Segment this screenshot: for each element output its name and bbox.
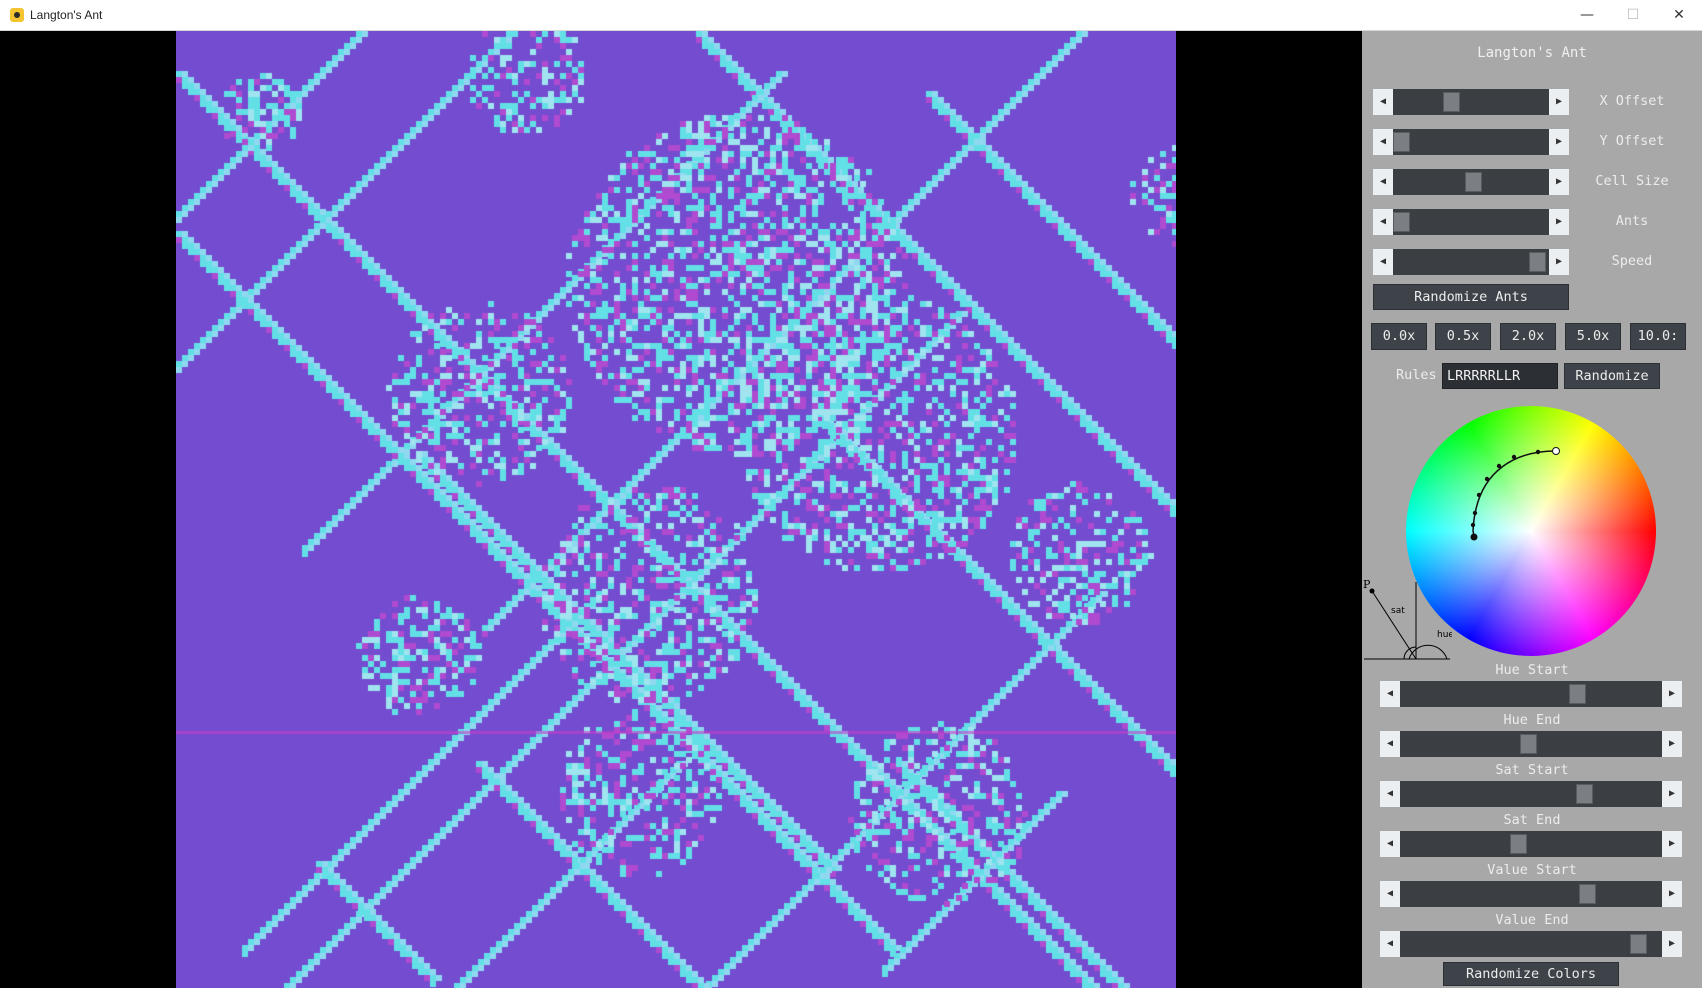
rules-label: Rules [1396, 367, 1437, 383]
sat-end-label: Sat End [1503, 812, 1561, 828]
ant-grid-canvas[interactable] [176, 31, 1176, 988]
control-panel: Langton's Ant ◀ ▶ X Offset ◀ ▶ Y Offset ◀ ▶ Cell… [1362, 31, 1702, 988]
arrow-right-icon[interactable]: ▶ [1549, 169, 1569, 195]
randomize-colors-button[interactable]: Randomize Colors [1443, 962, 1619, 986]
arrow-left-icon[interactable]: ◀ [1380, 731, 1400, 757]
slider-thumb[interactable] [1520, 734, 1538, 754]
simulation-viewport [0, 31, 1362, 988]
slider-thumb[interactable] [1630, 934, 1648, 954]
arrow-right-icon[interactable]: ▶ [1662, 731, 1682, 757]
arrow-left-icon[interactable]: ◀ [1380, 781, 1400, 807]
arrow-right-icon[interactable]: ▶ [1662, 881, 1682, 907]
arrow-left-icon[interactable]: ◀ [1373, 209, 1393, 235]
speed-0.5x-button[interactable]: 0.5x [1435, 323, 1491, 350]
arrow-left-icon[interactable]: ◀ [1373, 89, 1393, 115]
arrow-right-icon[interactable]: ▶ [1549, 129, 1569, 155]
randomize-rules-button[interactable]: Randomize [1564, 363, 1660, 389]
hsv-p-label: P [1363, 579, 1371, 591]
ant-icon [10, 8, 24, 22]
window-title: Langton's Ant [30, 8, 103, 22]
arrow-right-icon[interactable]: ▶ [1662, 681, 1682, 707]
slider-thumb[interactable] [1529, 252, 1547, 272]
arrow-left-icon[interactable]: ◀ [1373, 129, 1393, 155]
maximize-button[interactable]: ☐ [1610, 0, 1656, 31]
arrow-right-icon[interactable]: ▶ [1549, 209, 1569, 235]
ants-label: Ants [1615, 213, 1649, 229]
slider-thumb[interactable] [1393, 132, 1410, 152]
arrow-right-icon[interactable]: ▶ [1662, 931, 1682, 957]
slider-thumb[interactable] [1443, 92, 1461, 112]
slider-thumb[interactable] [1569, 684, 1587, 704]
hsv-hue-label: hue [1437, 630, 1452, 640]
arrow-right-icon[interactable]: ▶ [1662, 831, 1682, 857]
slider-thumb[interactable] [1576, 784, 1594, 804]
speed-10x-button[interactable]: 10.0: [1630, 323, 1686, 350]
sat-end-slider[interactable]: ◀ ▶ [1380, 831, 1682, 857]
ants-slider[interactable]: ◀ ▶ [1373, 209, 1569, 235]
sat-start-label: Sat Start [1495, 762, 1569, 778]
value-start-slider[interactable]: ◀ ▶ [1380, 881, 1682, 907]
value-start-label: Value Start [1487, 862, 1577, 878]
hue-end-label: Hue End [1503, 712, 1561, 728]
slider-thumb[interactable] [1393, 212, 1410, 232]
arrow-left-icon[interactable]: ◀ [1373, 169, 1393, 195]
arrow-right-icon[interactable]: ▶ [1662, 781, 1682, 807]
arrow-left-icon[interactable]: ◀ [1380, 831, 1400, 857]
value-end-slider[interactable]: ◀ ▶ [1380, 931, 1682, 957]
slider-thumb[interactable] [1465, 172, 1483, 192]
speed-0x-button[interactable]: 0.0x [1371, 323, 1427, 350]
hsv-sat-label: sat [1391, 606, 1405, 616]
arrow-left-icon[interactable]: ◀ [1380, 881, 1400, 907]
randomize-ants-button[interactable]: Randomize Ants [1373, 284, 1569, 310]
speed-2x-button[interactable]: 2.0x [1500, 323, 1556, 350]
panel-title: Langton's Ant [1477, 45, 1587, 61]
slider-thumb[interactable] [1510, 834, 1528, 854]
arrow-left-icon[interactable]: ◀ [1380, 681, 1400, 707]
y-offset-label: Y Offset [1599, 133, 1665, 149]
arrow-left-icon[interactable]: ◀ [1373, 249, 1393, 275]
title-bar: Langton's Ant — ☐ ✕ [0, 0, 1702, 31]
hsv-diagram: P sat hue [1363, 579, 1452, 660]
arrow-right-icon[interactable]: ▶ [1549, 89, 1569, 115]
cell-size-slider[interactable]: ◀ ▶ [1373, 169, 1569, 195]
x-offset-label: X Offset [1599, 93, 1665, 109]
arrow-left-icon[interactable]: ◀ [1380, 931, 1400, 957]
rules-input[interactable]: LRRRRRLLR [1442, 363, 1558, 389]
sat-start-slider[interactable]: ◀ ▶ [1380, 781, 1682, 807]
close-button[interactable]: ✕ [1656, 0, 1702, 31]
hue-start-slider[interactable]: ◀ ▶ [1380, 681, 1682, 707]
speed-slider[interactable]: ◀ ▶ [1373, 249, 1569, 275]
arrow-right-icon[interactable]: ▶ [1549, 249, 1569, 275]
hue-end-slider[interactable]: ◀ ▶ [1380, 731, 1682, 757]
value-end-label: Value End [1495, 912, 1569, 928]
y-offset-slider[interactable]: ◀ ▶ [1373, 129, 1569, 155]
speed-5x-button[interactable]: 5.0x [1565, 323, 1621, 350]
cell-size-label: Cell Size [1595, 173, 1669, 189]
hue-start-label: Hue Start [1495, 662, 1569, 678]
speed-label: Speed [1611, 253, 1653, 269]
minimize-button[interactable]: — [1564, 0, 1610, 31]
x-offset-slider[interactable]: ◀ ▶ [1373, 89, 1569, 115]
slider-thumb[interactable] [1578, 884, 1596, 904]
